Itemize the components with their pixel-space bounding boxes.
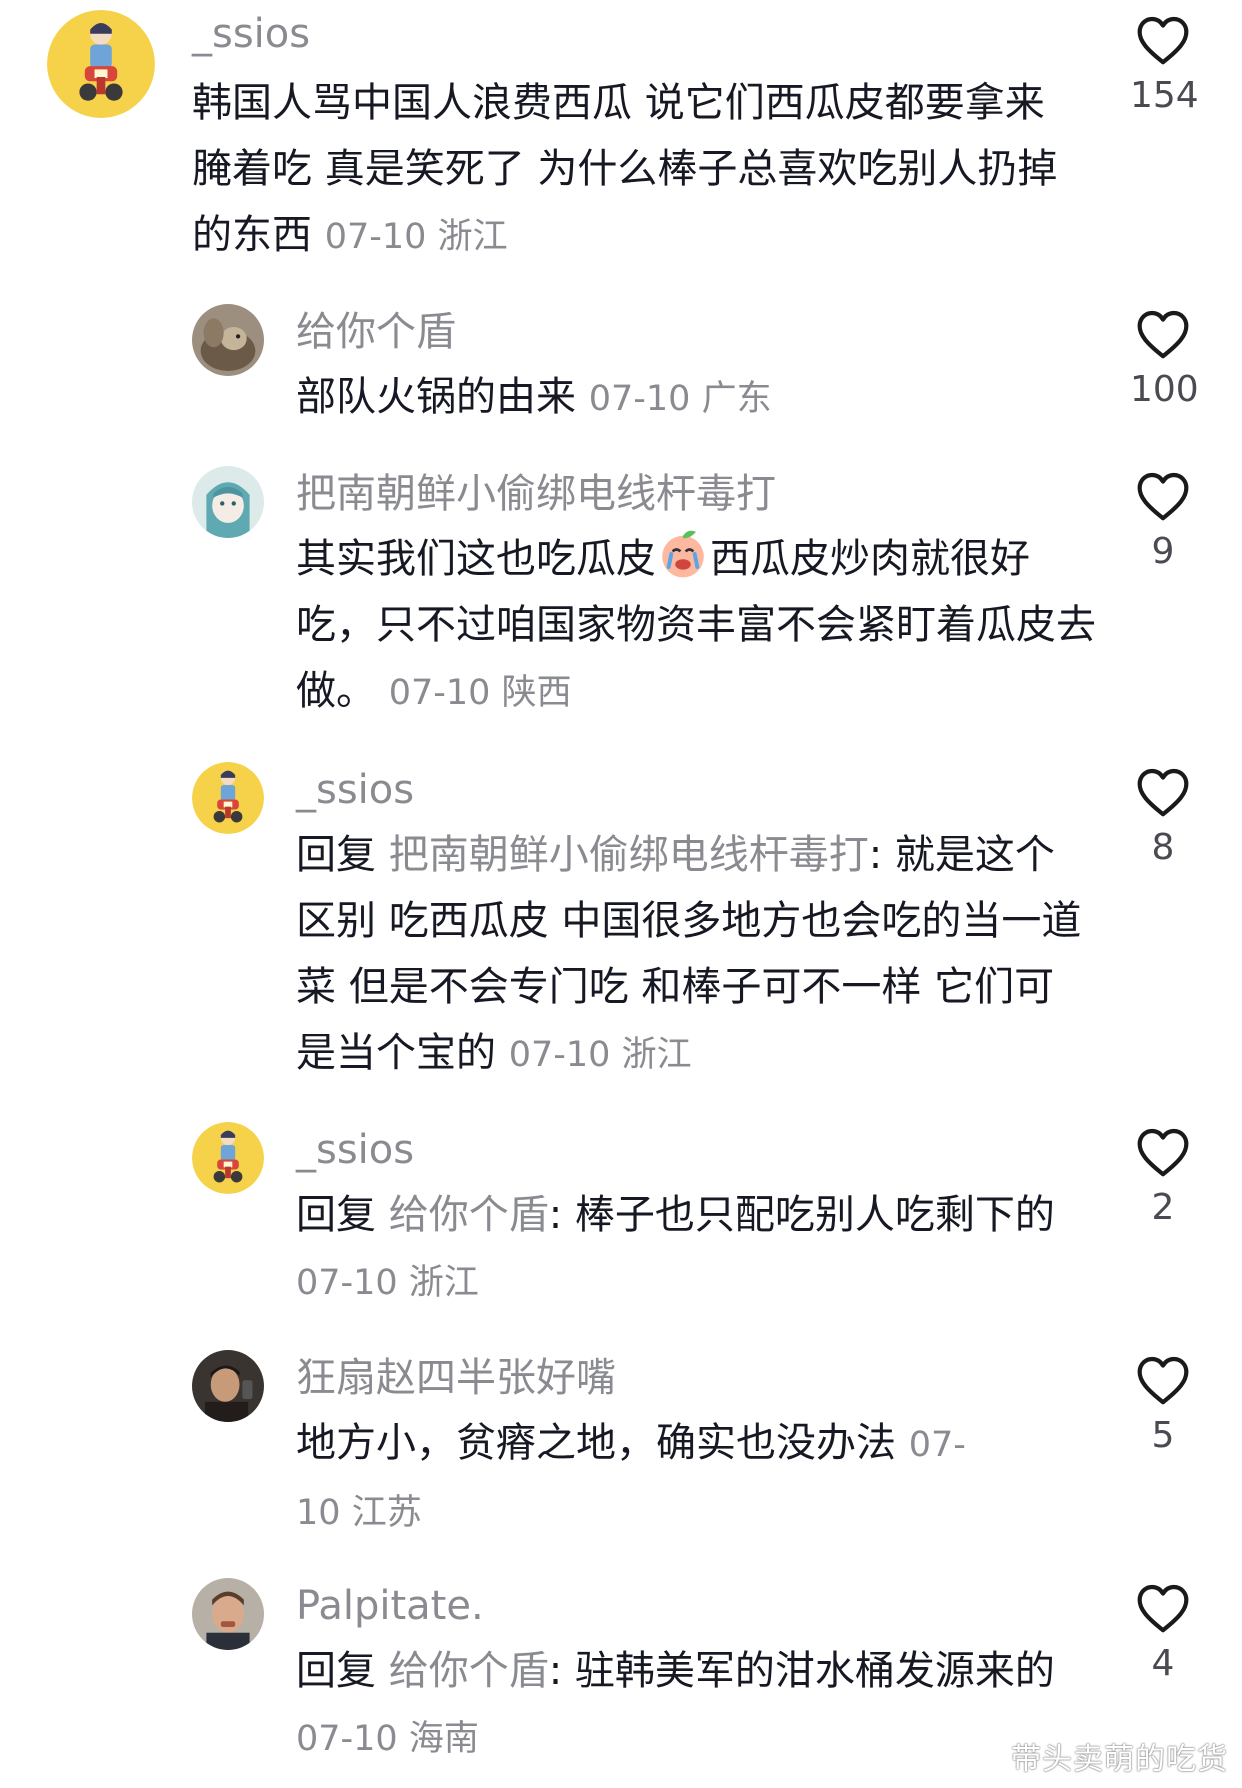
comment-meta: 07-10 浙江 [325,217,508,257]
comment-body: 回复 把南朝鲜小偷绑电线杆毒打: 就是这个区别 吃西瓜皮 中国很多地方也会吃的当… [296,822,1086,1088]
heart-icon [1137,768,1189,817]
comment-body: 回复 给你个盾: 驻韩美军的泔水桶发源来的 07-10 海南 [296,1638,1086,1772]
man-photo-avatar-icon [192,1350,264,1422]
reply-prefix: 回复 [296,1648,376,1694]
like-button[interactable]: 4 [1130,1582,1196,1686]
avatar[interactable] [192,762,264,834]
comment-body: 其实我们这也吃瓜皮 西瓜皮炒肉就很好吃，只不过咱国家物资丰富不会紧盯着瓜皮去做。… [296,526,1096,726]
comment-date: 07-10 [296,1263,398,1303]
cartoon-scooter-avatar-icon [47,10,155,118]
comment-text-part-1: 其实我们这也吃瓜皮 [296,536,656,582]
heart-icon [1137,16,1189,65]
like-button[interactable]: 8 [1130,766,1196,870]
like-button[interactable]: 100 [1130,308,1199,412]
man-photo-avatar-2-icon [192,1578,264,1650]
avatar[interactable] [192,1122,264,1194]
comment-body: 韩国人骂中国人浪费西瓜 说它们西瓜皮都要拿来腌着吃 真是笑死了 为什么棒子总喜欢… [192,70,1082,270]
comment-text: : 驻韩美军的泔水桶发源来的 [548,1648,1055,1694]
comment-username[interactable]: Palpitate. [296,1582,484,1630]
comment-region: 浙江 [621,1035,692,1075]
avatar[interactable] [192,1350,264,1422]
reply-to-username[interactable]: 把南朝鲜小偷绑电线杆毒打 [389,832,869,878]
comment-username[interactable]: _ssios [296,1126,414,1174]
reply-prefix: 回复 [296,1192,376,1238]
comment-region: 陕西 [501,673,572,713]
squirrel-photo-avatar-icon [192,304,264,376]
avatar[interactable] [47,10,155,118]
comment-date: 07-10 [388,673,491,713]
avatar[interactable] [192,1578,264,1650]
heart-icon [1137,1128,1189,1177]
comment-meta: 07-10 浙江 [296,1263,479,1303]
comment-region: 江苏 [351,1493,422,1533]
comment-meta: 07-10 广东 [589,379,772,419]
reply-to-username[interactable]: 给你个盾 [389,1648,549,1694]
heart-icon [1137,310,1189,359]
comment-region: 广东 [701,379,772,419]
comment-date: 07-10 [588,379,691,419]
cartoon-scooter-avatar-icon [192,762,264,834]
like-count: 2 [1151,1187,1175,1228]
comment-date: 07-10 [508,1035,611,1075]
comment-username[interactable]: 把南朝鲜小偷绑电线杆毒打 [296,470,776,518]
comment-body: 回复 给你个盾: 棒子也只配吃别人吃剩下的 07-10 浙江 [296,1182,1086,1316]
comment-date: 07-10 [324,217,427,257]
like-count: 8 [1151,827,1175,868]
comment-meta: 07-10 陕西 [389,673,572,713]
like-count: 100 [1130,369,1199,410]
comment-meta: 07-10 浙江 [509,1035,692,1075]
heart-icon [1137,1584,1189,1633]
comment-meta: 07-10 海南 [296,1719,479,1759]
like-count: 4 [1151,1643,1175,1684]
heart-icon [1137,472,1189,521]
comment-region: 海南 [408,1719,479,1759]
reply-prefix: 回复 [296,832,376,878]
comment-body: 部队火锅的由来 07-10 广东 [296,364,1096,432]
anime-girl-avatar-icon [192,466,264,538]
like-button[interactable]: 9 [1130,470,1196,574]
watermark: 带头卖萌的吃货 [1011,1742,1228,1777]
like-button[interactable]: 5 [1130,1354,1196,1458]
comment-username[interactable]: _ssios [192,10,310,58]
like-count: 154 [1130,75,1199,116]
comment-text: 韩国人骂中国人浪费西瓜 说它们西瓜皮都要拿来腌着吃 真是笑死了 为什么棒子总喜欢… [192,80,1058,258]
cartoon-scooter-avatar-icon [192,1122,264,1194]
comment-text: 地方小，贫瘠之地，确实也没办法 [296,1420,896,1466]
comment-username[interactable]: 给你个盾 [296,308,456,356]
crying-peach-emoji-icon [662,530,704,578]
comment-username[interactable]: 狂扇赵四半张好嘴 [296,1354,616,1402]
like-count: 5 [1151,1415,1175,1456]
comment-text: : 棒子也只配吃别人吃剩下的 [548,1192,1055,1238]
reply-to-username[interactable]: 给你个盾 [389,1192,549,1238]
comment-username[interactable]: _ssios [296,766,414,814]
like-count: 9 [1151,531,1175,572]
like-button[interactable]: 154 [1130,14,1199,118]
avatar[interactable] [192,466,264,538]
heart-icon [1137,1356,1189,1405]
comment-body: 地方小，贫瘠之地，确实也没办法 07-10 江苏 [296,1410,976,1546]
comment-region: 浙江 [437,217,508,257]
avatar[interactable] [192,304,264,376]
comment-date: 07-10 [296,1719,398,1759]
comment-region: 浙江 [408,1263,479,1303]
like-button[interactable]: 2 [1130,1126,1196,1230]
comment-text: 部队火锅的由来 [296,374,576,420]
